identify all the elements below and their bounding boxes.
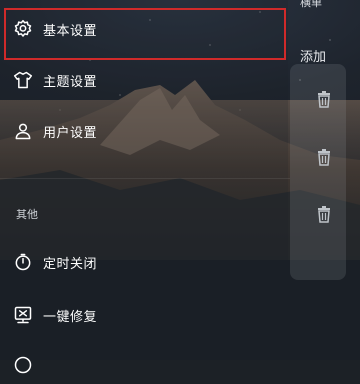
timer-icon bbox=[12, 251, 34, 273]
menu-item-partial[interactable] bbox=[0, 346, 288, 384]
navigation-drawer: 基本设置 主题设置 用户设置 其他 定时关闭 一键修复 bbox=[0, 0, 290, 374]
main-header-text: 横单 bbox=[300, 0, 322, 9]
menu-item-timer-close[interactable]: 定时关闭 bbox=[0, 243, 288, 281]
menu-item-label: 基本设置 bbox=[43, 23, 98, 39]
menu-item-theme-settings[interactable]: 主题设置 bbox=[0, 61, 288, 99]
info-icon bbox=[12, 354, 34, 376]
add-button[interactable]: 添加 bbox=[300, 46, 326, 65]
repair-icon bbox=[12, 304, 34, 326]
section-title-other: 其他 bbox=[16, 208, 38, 221]
menu-item-user-settings[interactable]: 用户设置 bbox=[0, 112, 288, 150]
trash-icon[interactable] bbox=[316, 90, 332, 108]
gear-icon bbox=[12, 18, 34, 40]
menu-item-basic-settings[interactable]: 基本设置 bbox=[0, 10, 288, 48]
menu-item-one-click-repair[interactable]: 一键修复 bbox=[0, 296, 288, 334]
trash-icon[interactable] bbox=[316, 205, 332, 223]
menu-item-label: 一键修复 bbox=[43, 309, 98, 325]
menu-item-label: 定时关闭 bbox=[43, 256, 98, 272]
menu-item-label: 主题设置 bbox=[43, 74, 98, 90]
menu-item-label: 用户设置 bbox=[43, 125, 98, 141]
section-divider bbox=[0, 178, 290, 179]
shirt-icon bbox=[12, 69, 34, 91]
trash-icon[interactable] bbox=[316, 148, 332, 166]
user-icon bbox=[12, 120, 34, 142]
